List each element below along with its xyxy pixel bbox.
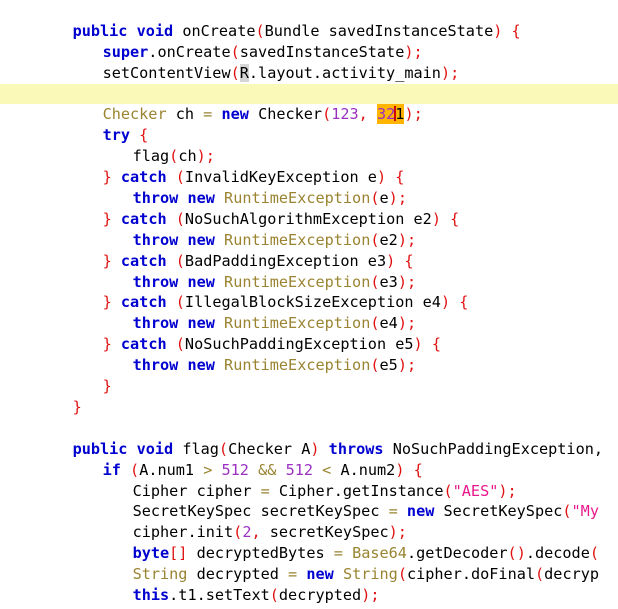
code-line[interactable]: } <box>0 376 618 416</box>
code-line[interactable]: throw new RuntimeException(e3); <box>0 251 618 291</box>
code-line[interactable]: try { <box>0 104 618 144</box>
code-line[interactable]: } catch (NoSuchPaddingException e5) { <box>0 313 618 353</box>
code-line[interactable]: SecretKeySpec secretKeySpec = new Secret… <box>0 480 618 520</box>
code-line[interactable]: setContentView(R.layout.activity_main); <box>0 42 618 82</box>
code-line[interactable]: } <box>0 355 618 395</box>
code-line[interactable]: throw new RuntimeException(e4); <box>0 292 618 332</box>
code-line[interactable]: byte[] decryptedBytes = Base64.getDecode… <box>0 522 618 562</box>
code-line[interactable]: flag(ch); <box>0 125 618 165</box>
code-line[interactable]: } catch (InvalidKeyException e) { <box>0 146 618 186</box>
code-line[interactable]: String decrypted = new String(cipher.doF… <box>0 543 618 583</box>
code-line[interactable]: throw new RuntimeException(e2); <box>0 209 618 249</box>
code-line[interactable]: public void flag(Checker A) throws NoSuc… <box>0 418 618 458</box>
code-line[interactable]: } catch (NoSuchAlgorithmException e2) { <box>0 188 618 228</box>
code-line[interactable]: } catch (BadPaddingException e3) { <box>0 230 618 270</box>
code-line[interactable]: super.onCreate(savedInstanceState); <box>0 21 618 61</box>
code-line[interactable]: throw new RuntimeException(e5); <box>0 334 618 374</box>
code-line[interactable]: this.t1.setText(decrypted); <box>0 564 618 604</box>
code-line-active[interactable]: Checker ch = new Checker(123, 321); <box>0 83 618 125</box>
code-line[interactable]: if (A.num1 > 512 && 512 < A.num2) { <box>0 439 618 479</box>
code-line-blank[interactable] <box>0 397 618 418</box>
code-line[interactable]: } catch (IllegalBlockSizeException e4) { <box>0 272 618 311</box>
code-line[interactable]: cipher.init(2, secretKeySpec); <box>0 501 618 541</box>
code-line[interactable]: Cipher cipher = Cipher.getInstance("AES"… <box>0 460 618 500</box>
code-line[interactable]: this.t1 = (TextView) findViewById(R.id.t… <box>0 63 618 103</box>
code-line[interactable]: } <box>0 585 618 609</box>
code-line[interactable]: public void onCreate(Bundle savedInstanc… <box>0 0 618 40</box>
code-line[interactable]: throw new RuntimeException(e); <box>0 167 618 207</box>
code-editor-viewport[interactable]: public void onCreate(Bundle savedInstanc… <box>0 0 618 609</box>
